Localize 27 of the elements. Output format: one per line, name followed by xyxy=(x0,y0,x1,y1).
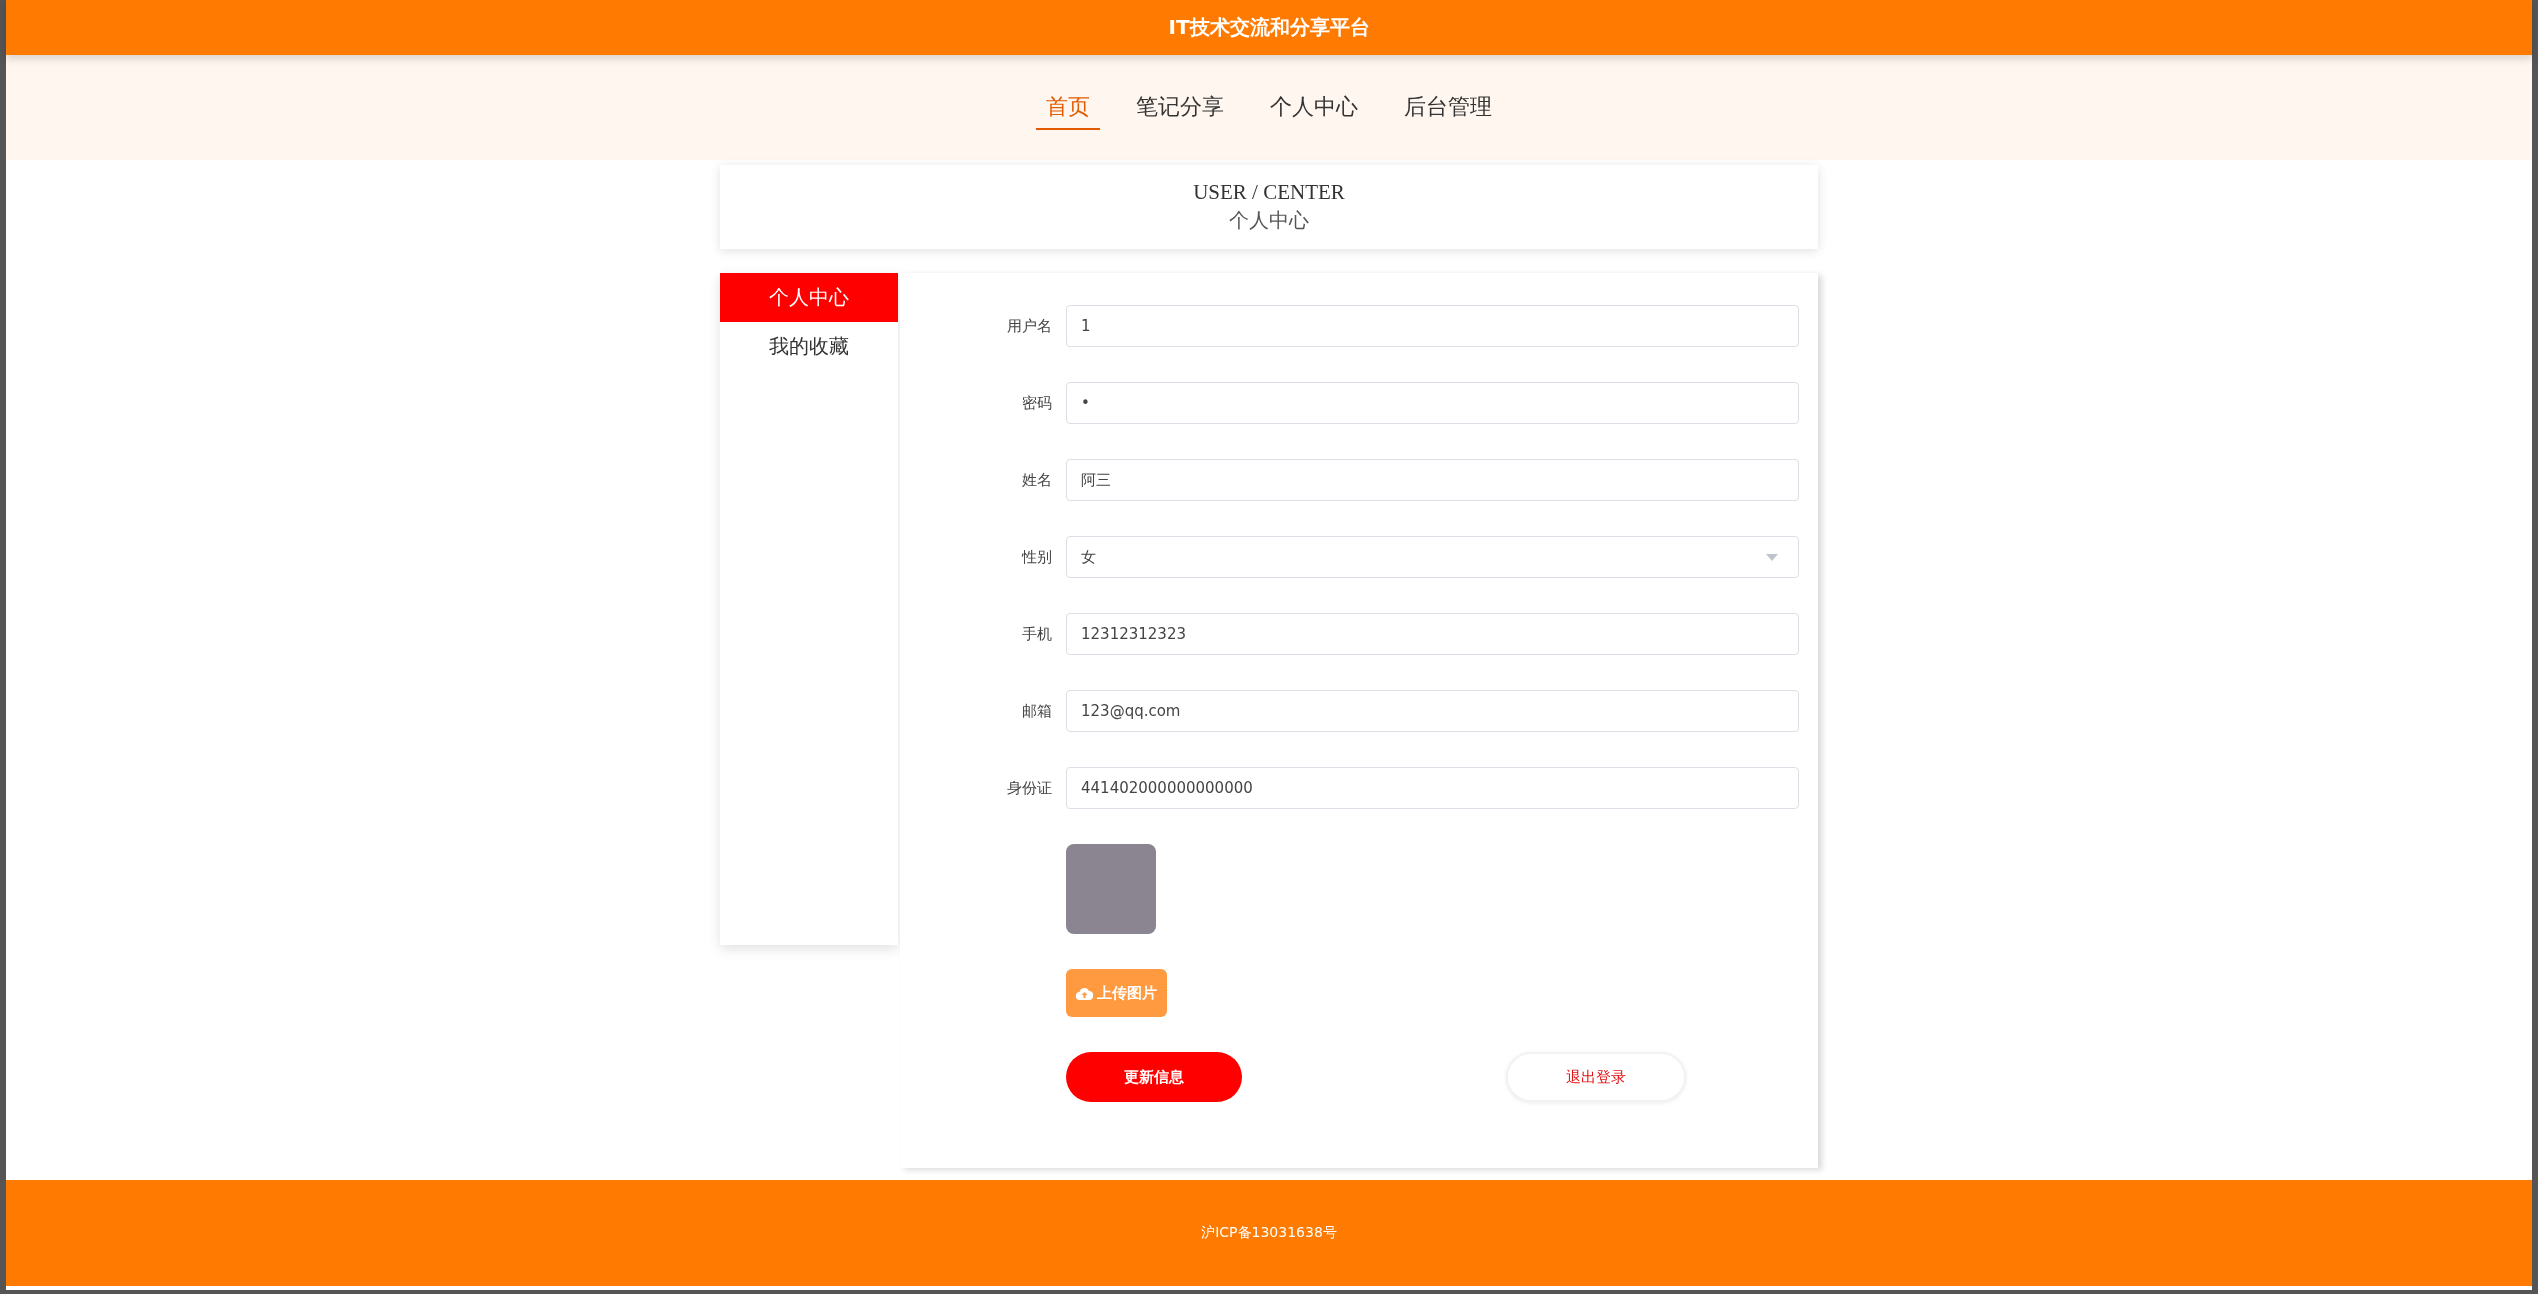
field-label: 身份证 xyxy=(1006,778,1053,798)
sidebar-item[interactable]: 我的收藏 xyxy=(720,322,898,371)
logout-button[interactable]: 退出登录 xyxy=(1506,1052,1686,1102)
nav-link[interactable]: 笔记分享 xyxy=(1126,85,1234,130)
site-title: IT技术交流和分享平台 xyxy=(1168,14,1370,41)
page-title-chinese: 个人中心 xyxy=(1229,208,1309,233)
page-title-english: USER / CENTER xyxy=(1193,180,1345,205)
cloud-upload-icon xyxy=(1076,986,1093,1000)
field-label: 姓名 xyxy=(1021,470,1053,490)
field-label: 邮箱 xyxy=(1021,701,1053,721)
field-label: 用户名 xyxy=(1006,316,1053,336)
sidebar-item[interactable]: 个人中心 xyxy=(720,273,898,322)
input-field[interactable]: 阿三 xyxy=(1066,459,1799,501)
update-button[interactable]: 更新信息 xyxy=(1066,1052,1242,1102)
nav-link[interactable]: 后台管理 xyxy=(1394,85,1502,130)
nav-link[interactable]: 个人中心 xyxy=(1260,85,1368,130)
input-field[interactable]: 12312312323 xyxy=(1066,613,1799,655)
input-field[interactable]: 441402000000000000 xyxy=(1066,767,1799,809)
field-label: 密码 xyxy=(1021,393,1053,413)
input-field[interactable]: 123@qq.com xyxy=(1066,690,1799,732)
input-field[interactable]: 1 xyxy=(1066,305,1799,347)
gender-select[interactable]: 女 xyxy=(1066,536,1799,578)
field-label: 手机 xyxy=(1021,624,1053,644)
password-field[interactable]: • xyxy=(1066,382,1799,424)
field-label: 性别 xyxy=(1020,547,1053,567)
caret-icon xyxy=(1766,553,1778,561)
footer-text: 沪ICP备13031638号 xyxy=(1201,1224,1337,1242)
